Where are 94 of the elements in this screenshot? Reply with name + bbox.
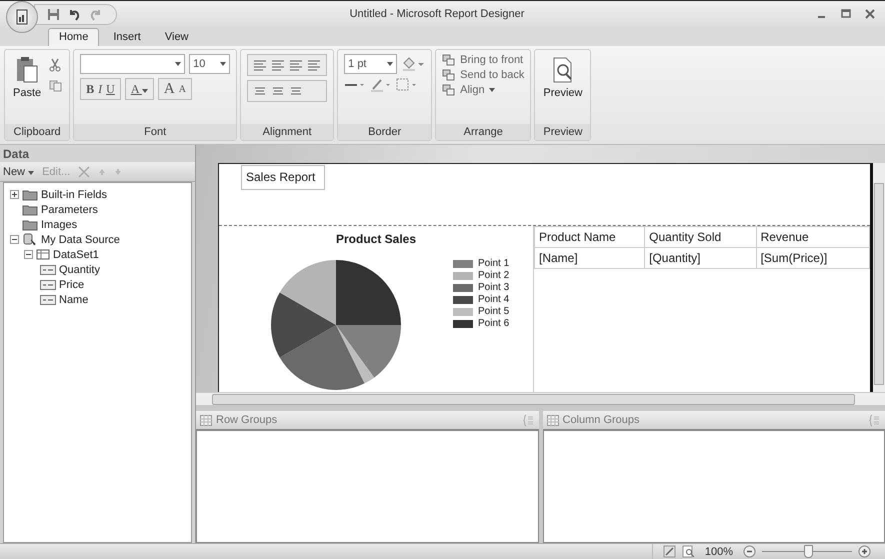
pie-chart-drawing[interactable]: [269, 258, 403, 392]
undo-icon[interactable]: [68, 8, 81, 20]
new-menu-button[interactable]: New: [3, 166, 34, 178]
shrink-font-button[interactable]: A: [178, 84, 186, 94]
font-style-button[interactable]: I: [98, 82, 102, 96]
folder-icon: [22, 204, 38, 216]
border-width-combo[interactable]: 1 pt: [344, 54, 398, 74]
office-button[interactable]: [6, 1, 38, 33]
tree-item[interactable]: Quantity: [59, 264, 100, 276]
legend-label: Point 3: [478, 282, 510, 293]
zoom-out-icon[interactable]: [743, 545, 756, 558]
folder-icon: [22, 188, 38, 200]
save-icon[interactable]: [47, 8, 60, 20]
table-header-cell[interactable]: Product Name: [534, 226, 645, 248]
cut-icon[interactable]: [49, 58, 62, 72]
field-icon: [40, 294, 56, 304]
tree-item[interactable]: Built-in Fields: [41, 188, 108, 200]
chart-title: Product Sales: [334, 232, 418, 246]
field-icon: [40, 280, 56, 290]
tree-item[interactable]: Parameters: [41, 204, 98, 216]
expander-icon[interactable]: [10, 190, 19, 199]
legend-label: Point 1: [478, 258, 510, 269]
report-title-textbox[interactable]: Sales Report: [241, 165, 325, 190]
layers-icon: [442, 54, 456, 66]
horizontal-scrollbar[interactable]: [196, 392, 885, 405]
tree-item[interactable]: Name: [59, 294, 88, 306]
grid-icon: [546, 414, 558, 426]
caret-icon: [142, 88, 148, 92]
layers-icon: [442, 69, 456, 81]
arrange-group: Bring to front Send to back Align Arrange: [435, 49, 532, 141]
preview-button[interactable]: Preview: [541, 54, 584, 120]
vertical-align-icon[interactable]: [289, 85, 304, 97]
maximize-icon[interactable]: [841, 9, 851, 19]
align-text-icon[interactable]: [253, 59, 268, 71]
zoom-slider[interactable]: [804, 545, 813, 558]
tree-item[interactable]: My Data Source: [41, 234, 120, 246]
caret-icon: [28, 170, 34, 174]
table-header-cell[interactable]: Quantity Sold: [644, 226, 756, 248]
expander-icon[interactable]: [24, 250, 33, 259]
copy-icon[interactable]: [49, 80, 64, 92]
group-pane-header: Row Groups: [196, 411, 538, 430]
caret-icon: [488, 88, 495, 92]
legend-label: Point 5: [478, 306, 510, 317]
legend-label: Point 2: [478, 270, 510, 281]
arrange-button[interactable]: Bring to front: [442, 54, 524, 66]
ribbon-tab[interactable]: Insert: [103, 29, 151, 46]
align-text-icon[interactable]: [289, 59, 304, 71]
arrange-button[interactable]: Align: [442, 84, 524, 96]
grow-font-button[interactable]: A: [164, 80, 175, 98]
design-view-icon[interactable]: [662, 545, 676, 558]
window-title: Untitled - Microsoft Report Designer: [348, 8, 526, 20]
alignment-group: Alignment: [240, 49, 334, 141]
vertical-scrollbar[interactable]: [873, 163, 885, 392]
preview-group: Preview Preview: [534, 49, 592, 141]
font-style-button[interactable]: U: [106, 82, 115, 96]
database-icon: [22, 233, 38, 246]
ribbon-tab[interactable]: View: [154, 29, 199, 46]
pen-color-icon[interactable]: [370, 78, 392, 92]
align-text-icon[interactable]: [307, 59, 322, 71]
align-text-icon[interactable]: [271, 59, 286, 71]
font-group: 10 B I U A A A Font: [73, 49, 238, 141]
legend-label: Point 4: [478, 294, 510, 305]
vertical-align-icon[interactable]: [271, 85, 286, 97]
fill-color-icon[interactable]: [401, 56, 426, 72]
group-pane-header: Column Groups: [542, 411, 885, 430]
border-group: 1 pt Border: [337, 49, 432, 141]
borders-icon[interactable]: [396, 78, 418, 92]
tree-item[interactable]: DataSet1: [53, 248, 99, 260]
expander-icon[interactable]: [10, 235, 19, 244]
font-size-combo[interactable]: 10: [189, 54, 230, 74]
ribbon-tab[interactable]: Home: [48, 28, 100, 46]
paste-button[interactable]: Paste: [11, 54, 44, 120]
folder-icon: [22, 218, 38, 230]
font-style-button[interactable]: B: [86, 82, 94, 96]
clipboard-icon: [15, 56, 40, 84]
table-cell[interactable]: [Quantity]: [644, 248, 756, 268]
zoom-level: 100%: [704, 546, 733, 558]
vertical-align-icon[interactable]: [253, 85, 268, 97]
tree-item[interactable]: Images: [41, 218, 78, 230]
zoom-in-icon[interactable]: [858, 545, 871, 558]
table-cell[interactable]: [Sum(Price)]: [756, 248, 870, 268]
clipboard-group: Paste Clipboard: [4, 49, 70, 141]
legend-label: Point 6: [478, 318, 510, 329]
preview-view-icon[interactable]: [682, 545, 695, 558]
table-cell[interactable]: [Name]: [534, 248, 645, 268]
table-header-cell[interactable]: Revenue: [756, 226, 870, 248]
panel-title: Data: [2, 146, 30, 162]
layers-icon: [442, 84, 456, 96]
field-icon: [40, 264, 56, 274]
arrange-button[interactable]: Send to back: [442, 69, 524, 81]
tree-item[interactable]: Price: [59, 278, 84, 290]
grid-icon: [200, 414, 212, 426]
table-icon: [36, 249, 50, 260]
close-icon[interactable]: [865, 9, 875, 19]
